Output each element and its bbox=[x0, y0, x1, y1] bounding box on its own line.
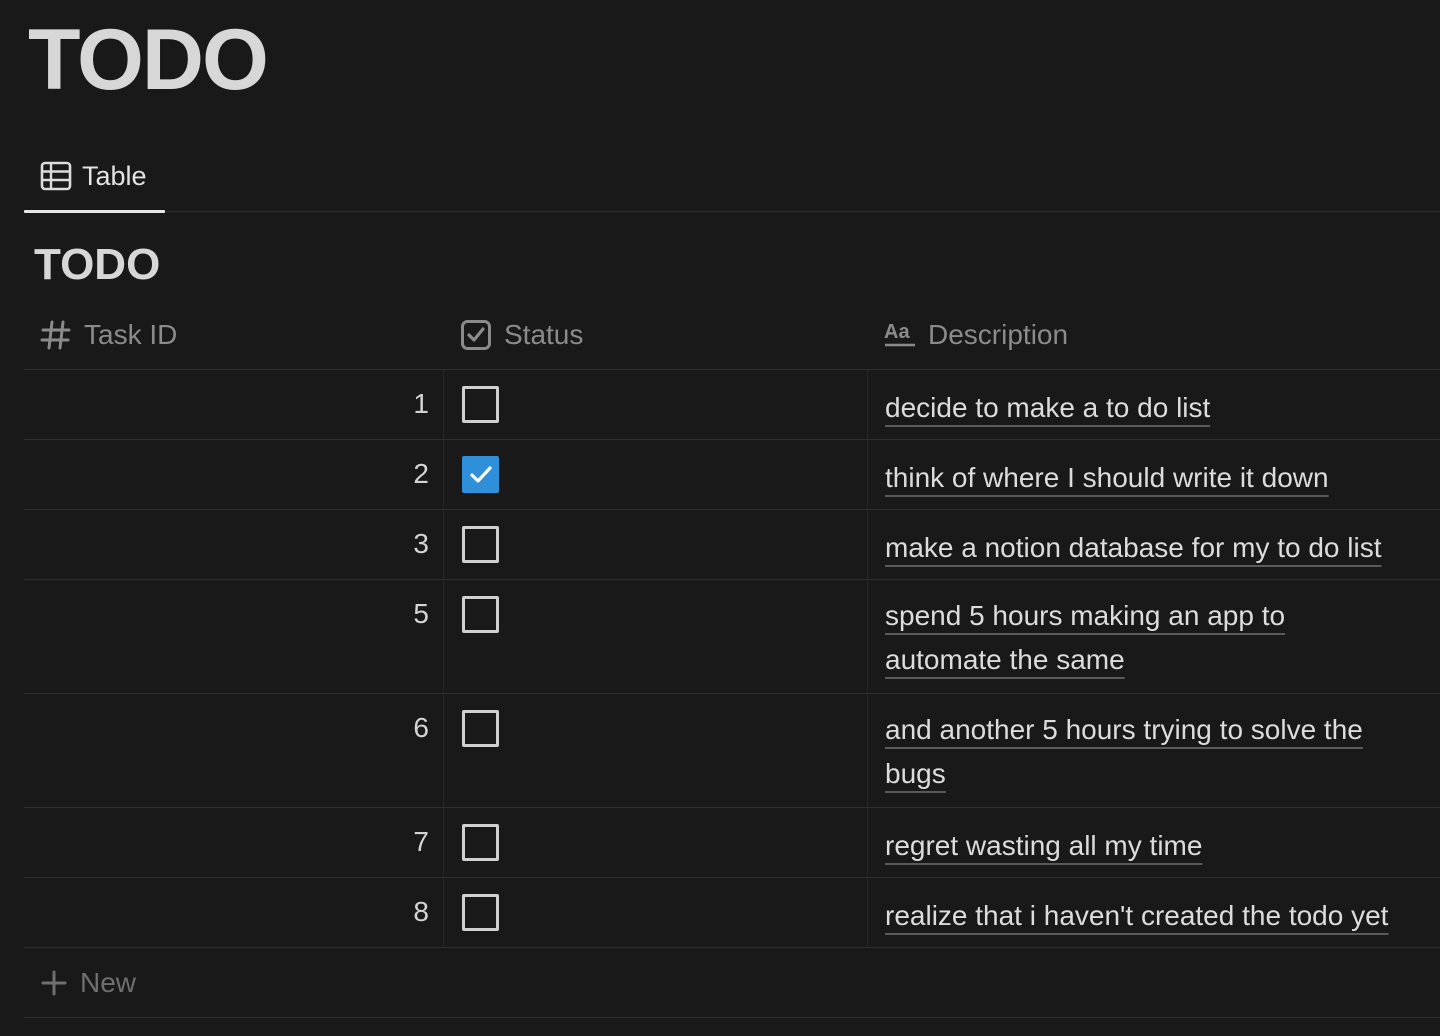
description-text-line[interactable]: and another 5 hours trying to solve the bbox=[885, 714, 1363, 745]
column-header-status[interactable]: Status bbox=[444, 300, 868, 369]
column-header-label: Task ID bbox=[84, 318, 178, 350]
status-cell bbox=[444, 878, 868, 947]
table-header: Task ID Status Aa Description bbox=[24, 300, 1440, 370]
checkmark-icon bbox=[469, 465, 493, 485]
task-id-cell[interactable]: 1 bbox=[24, 370, 444, 439]
status-checkbox[interactable] bbox=[462, 824, 499, 861]
description-cell: decide to make a to do list bbox=[868, 370, 1440, 439]
table-icon bbox=[40, 161, 72, 191]
description-text[interactable]: think of where I should write it down bbox=[885, 462, 1329, 493]
status-cell bbox=[444, 370, 868, 439]
status-cell bbox=[444, 510, 868, 579]
task-id-cell[interactable]: 8 bbox=[24, 878, 444, 947]
table-row: 8 realize that i haven't created the tod… bbox=[24, 878, 1440, 948]
description-text[interactable]: regret wasting all my time bbox=[885, 830, 1202, 861]
description-text-line[interactable]: spend 5 hours making an app to bbox=[885, 600, 1285, 631]
status-cell bbox=[444, 694, 868, 807]
table-row: 2 think of where I should write it down bbox=[24, 440, 1440, 510]
tab-table[interactable]: Table bbox=[24, 140, 165, 213]
description-cell: realize that i haven't created the todo … bbox=[868, 878, 1440, 947]
tab-table-label: Table bbox=[82, 160, 147, 191]
table-row: 5 spend 5 hours making an app to automat… bbox=[24, 580, 1440, 694]
table-row: 3 make a notion database for my to do li… bbox=[24, 510, 1440, 580]
table-row: 1 decide to make a to do list bbox=[24, 370, 1440, 440]
page: TODO Table TODO Task ID Status Aa Descri… bbox=[0, 0, 1440, 1036]
column-header-label: Status bbox=[504, 318, 584, 350]
status-checkbox[interactable] bbox=[462, 386, 499, 423]
table-row: 7 regret wasting all my time bbox=[24, 808, 1440, 878]
new-row-label: New bbox=[80, 966, 137, 998]
column-header-label: Description bbox=[928, 318, 1069, 350]
svg-text:Aa: Aa bbox=[884, 321, 910, 343]
database-table: Task ID Status Aa Description 1 decide t… bbox=[24, 300, 1440, 1018]
task-id-cell[interactable]: 2 bbox=[24, 440, 444, 509]
plus-icon bbox=[40, 969, 68, 997]
task-id-cell[interactable]: 3 bbox=[24, 510, 444, 579]
description-text[interactable]: realize that i haven't created the todo … bbox=[885, 900, 1388, 931]
page-title: TODO bbox=[28, 12, 269, 108]
status-cell bbox=[444, 808, 868, 877]
description-text[interactable]: make a notion database for my to do list bbox=[885, 532, 1382, 563]
description-cell: think of where I should write it down bbox=[868, 440, 1440, 509]
description-cell: make a notion database for my to do list bbox=[868, 510, 1440, 579]
status-cell bbox=[444, 580, 868, 693]
new-row-button[interactable]: New bbox=[24, 948, 1440, 1018]
description-text[interactable]: decide to make a to do list bbox=[885, 392, 1210, 423]
table-row: 6 and another 5 hours trying to solve th… bbox=[24, 694, 1440, 808]
number-icon bbox=[40, 319, 72, 351]
task-id-cell[interactable]: 5 bbox=[24, 580, 444, 693]
status-checkbox[interactable] bbox=[462, 710, 499, 747]
description-cell: spend 5 hours making an app to automate … bbox=[868, 580, 1440, 693]
checkbox-property-icon bbox=[460, 319, 492, 351]
description-cell: and another 5 hours trying to solve the … bbox=[868, 694, 1440, 807]
description-cell: regret wasting all my time bbox=[868, 808, 1440, 877]
task-id-cell[interactable]: 7 bbox=[24, 808, 444, 877]
view-tabs: Table bbox=[24, 140, 1440, 213]
description-text-line[interactable]: automate the same bbox=[885, 644, 1125, 675]
task-id-cell[interactable]: 6 bbox=[24, 694, 444, 807]
text-property-icon: Aa bbox=[884, 319, 916, 351]
description-text-line[interactable]: bugs bbox=[885, 758, 946, 789]
status-checkbox[interactable] bbox=[462, 596, 499, 633]
status-checkbox-checked[interactable] bbox=[462, 456, 499, 493]
status-checkbox[interactable] bbox=[462, 526, 499, 563]
database-title[interactable]: TODO bbox=[34, 240, 160, 290]
status-cell bbox=[444, 440, 868, 509]
column-header-task-id[interactable]: Task ID bbox=[24, 300, 444, 369]
status-checkbox[interactable] bbox=[462, 894, 499, 931]
column-header-description[interactable]: Aa Description bbox=[868, 300, 1440, 369]
